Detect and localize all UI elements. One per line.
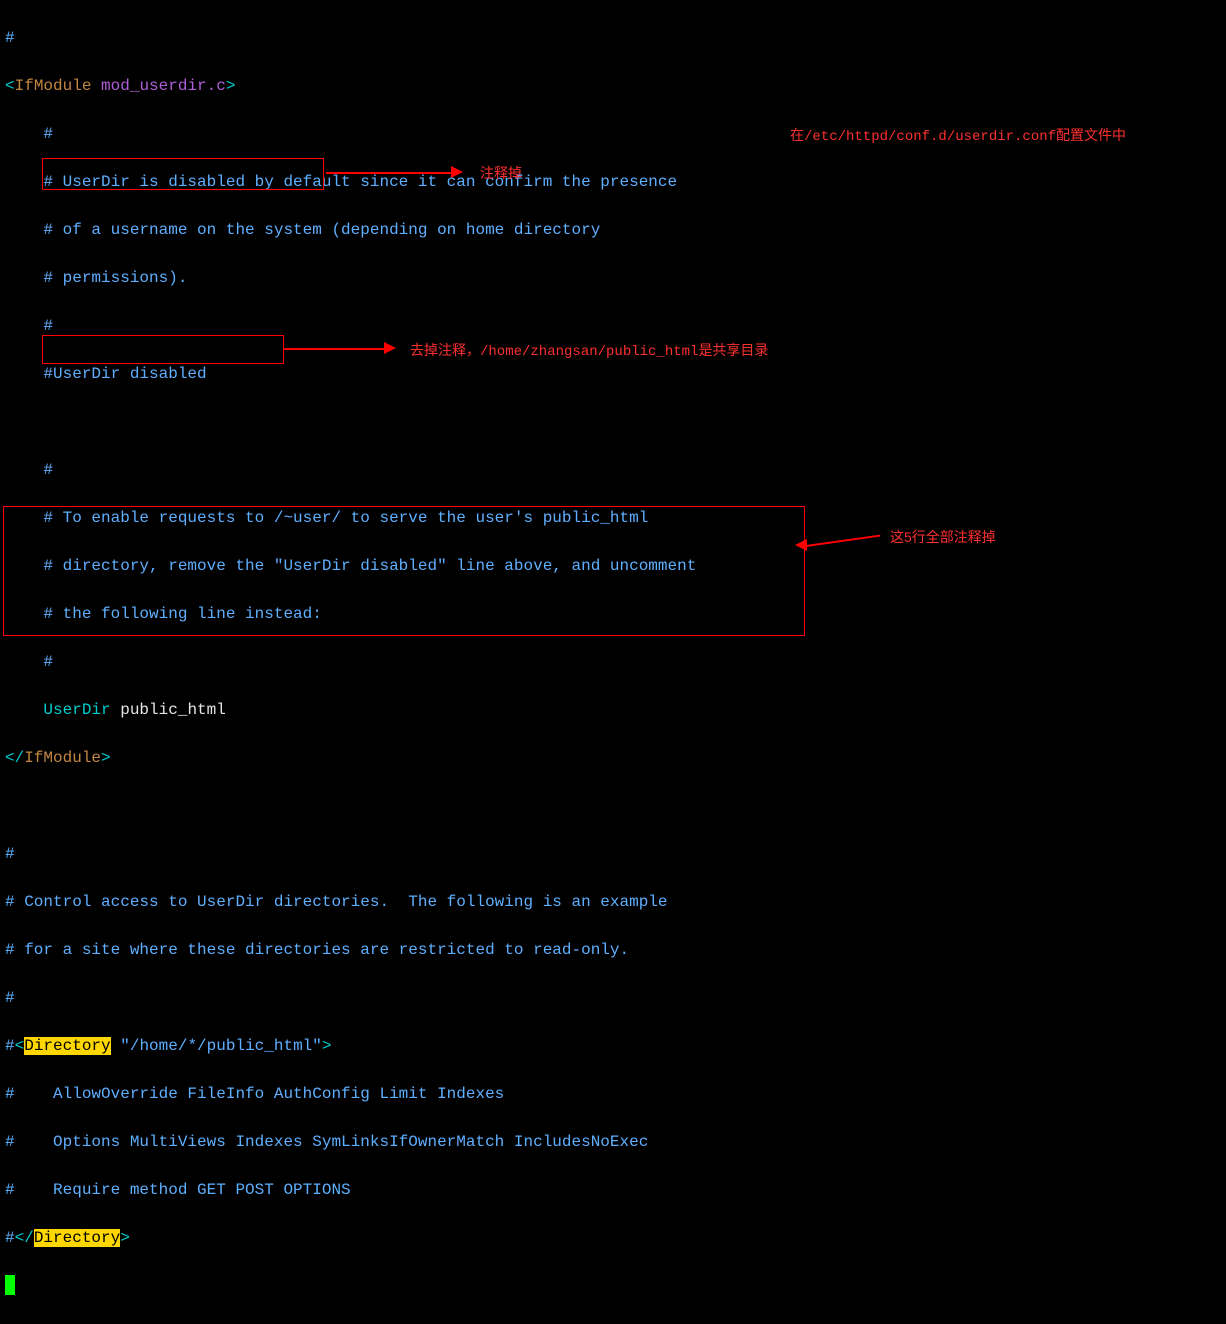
comment-line: # UserDir is disabled by default since i…: [5, 170, 1221, 194]
code-editor[interactable]: # <IfModule mod_userdir.c> # # UserDir i…: [0, 0, 1226, 1324]
comment-line: # Options MultiViews Indexes SymLinksIfO…: [5, 1130, 1221, 1154]
bracket: >: [322, 1037, 332, 1055]
directory-path: "/home/*/public_html": [111, 1037, 322, 1055]
blank-line: [5, 410, 1221, 434]
comment-line: #: [5, 842, 1221, 866]
bracket: <: [15, 1037, 25, 1055]
comment-line: #: [5, 986, 1221, 1010]
userdir-disabled-line: #UserDir disabled: [5, 362, 1221, 386]
hash: #: [5, 1229, 15, 1247]
bracket: >: [101, 749, 111, 767]
mod-arg: mod_userdir.c: [101, 77, 226, 95]
tag-ifmodule-close: IfModule: [24, 749, 101, 767]
blank-line: [5, 794, 1221, 818]
comment-line: # for a site where these directories are…: [5, 938, 1221, 962]
code-line: <IfModule mod_userdir.c>: [5, 74, 1221, 98]
comment-line: # To enable requests to /~user/ to serve…: [5, 506, 1221, 530]
comment-line: #: [5, 122, 1221, 146]
hash: #: [5, 29, 15, 47]
comment-line: #: [5, 458, 1221, 482]
bracket: >: [226, 77, 236, 95]
cursor-icon: [5, 1275, 15, 1295]
indent: [5, 701, 43, 719]
userdir-public-html-line: UserDir public_html: [5, 698, 1221, 722]
tag-ifmodule: IfModule: [15, 77, 92, 95]
comment-line: # of a username on the system (depending…: [5, 218, 1221, 242]
directory-tag-hl: Directory: [34, 1229, 120, 1247]
comment-line: # the following line instead:: [5, 602, 1221, 626]
bracket: >: [120, 1229, 130, 1247]
userdir-keyword: UserDir: [43, 701, 110, 719]
code-line: #: [5, 26, 1221, 50]
directory-tag-hl: Directory: [24, 1037, 110, 1055]
cursor-line: [5, 1274, 1221, 1298]
bracket: </: [5, 749, 24, 767]
public-html: public_html: [111, 701, 226, 719]
comment-line: # permissions).: [5, 266, 1221, 290]
bracket: </: [15, 1229, 34, 1247]
comment-line: # Control access to UserDir directories.…: [5, 890, 1221, 914]
hash: #: [5, 1037, 15, 1055]
code-line: </IfModule>: [5, 746, 1221, 770]
comment-line: # Require method GET POST OPTIONS: [5, 1178, 1221, 1202]
directory-open-line: #<Directory "/home/*/public_html">: [5, 1034, 1221, 1058]
comment-line: # directory, remove the "UserDir disable…: [5, 554, 1221, 578]
comment-line: #: [5, 650, 1221, 674]
comment-line: # AllowOverride FileInfo AuthConfig Limi…: [5, 1082, 1221, 1106]
directory-close-line: #</Directory>: [5, 1226, 1221, 1250]
bracket: <: [5, 77, 15, 95]
comment-line: #: [5, 314, 1221, 338]
